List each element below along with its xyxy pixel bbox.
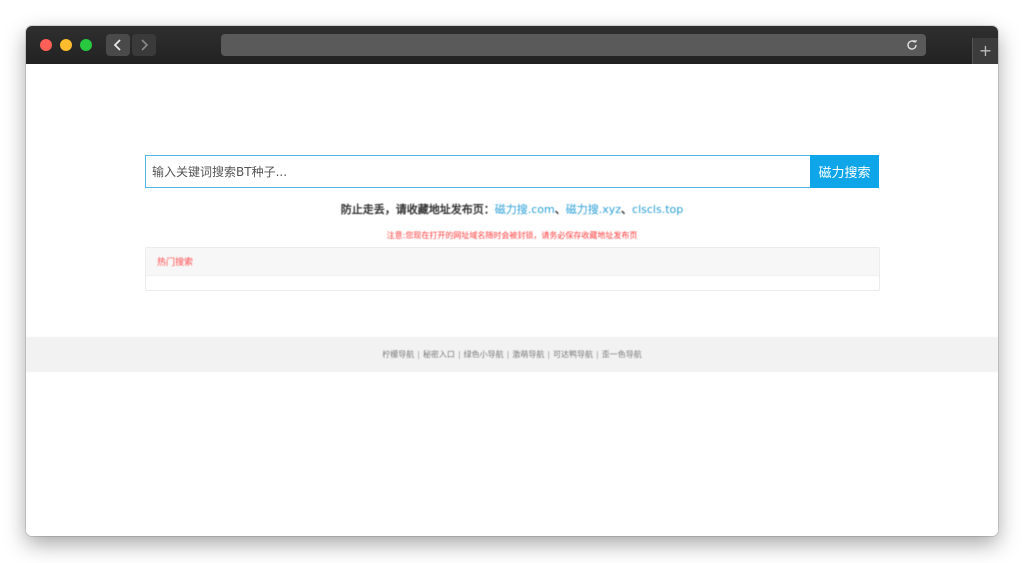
footer-separator: |	[417, 350, 420, 359]
search-button[interactable]: 磁力搜索	[810, 155, 879, 188]
new-tab-button[interactable]: +	[972, 38, 998, 64]
link-separator: 、	[621, 203, 633, 216]
forward-button[interactable]	[132, 34, 156, 56]
browser-window: + 磁力搜索 防止走丢，请收藏地址发布页：磁力搜.com、磁力搜.xyz、cls…	[26, 26, 998, 536]
footer-separator: |	[547, 350, 551, 359]
chevron-right-icon	[141, 39, 149, 51]
chevron-left-icon	[113, 39, 121, 51]
search-form: 磁力搜索	[145, 155, 879, 188]
mirror-link-2[interactable]: 磁力搜.xyz	[566, 203, 621, 216]
link-separator: 、	[554, 203, 566, 216]
address-bar[interactable]	[221, 34, 926, 56]
footer-link[interactable]: 绿色小导航	[464, 349, 504, 360]
search-input[interactable]	[145, 155, 810, 188]
footer-separator: |	[596, 350, 599, 359]
footer-separator: |	[457, 350, 461, 359]
footer-links: 柠檬导航 | 秘密入口 | 绿色小导航 | 激萌导航 | 可达鸭导航 | 歪一色…	[26, 337, 998, 372]
reload-icon[interactable]	[904, 37, 920, 53]
mirror-link-3[interactable]: clscls.top	[632, 203, 683, 216]
hot-search-panel: 热门搜索	[145, 247, 880, 291]
domain-warning: 注意:您现在打开的网址域名随时会被封锁，请务必保存收藏地址发布页	[386, 231, 638, 240]
footer-separator: |	[506, 350, 510, 359]
close-window-button[interactable]	[40, 39, 52, 51]
footer-link[interactable]: 激萌导航	[512, 349, 544, 360]
plus-icon: +	[978, 41, 993, 60]
page-content: 磁力搜索 防止走丢，请收藏地址发布页：磁力搜.com、磁力搜.xyz、clscl…	[26, 64, 998, 536]
footer-link[interactable]: 歪一色导航	[602, 349, 642, 360]
browser-titlebar: +	[26, 26, 998, 64]
hot-search-title: 热门搜索	[146, 248, 879, 276]
minimize-window-button[interactable]	[60, 39, 72, 51]
footer-link[interactable]: 秘密入口	[423, 349, 455, 360]
zoom-window-button[interactable]	[80, 39, 92, 51]
bookmark-notice: 防止走丢，请收藏地址发布页：磁力搜.com、磁力搜.xyz、clscls.top	[26, 201, 998, 217]
bookmark-notice-text: 防止走丢，请收藏地址发布页：	[340, 203, 495, 216]
mirror-link-1[interactable]: 磁力搜.com	[495, 203, 555, 216]
back-button[interactable]	[106, 34, 130, 56]
footer-link[interactable]: 柠檬导航	[382, 349, 414, 360]
footer-link[interactable]: 可达鸭导航	[553, 349, 593, 360]
